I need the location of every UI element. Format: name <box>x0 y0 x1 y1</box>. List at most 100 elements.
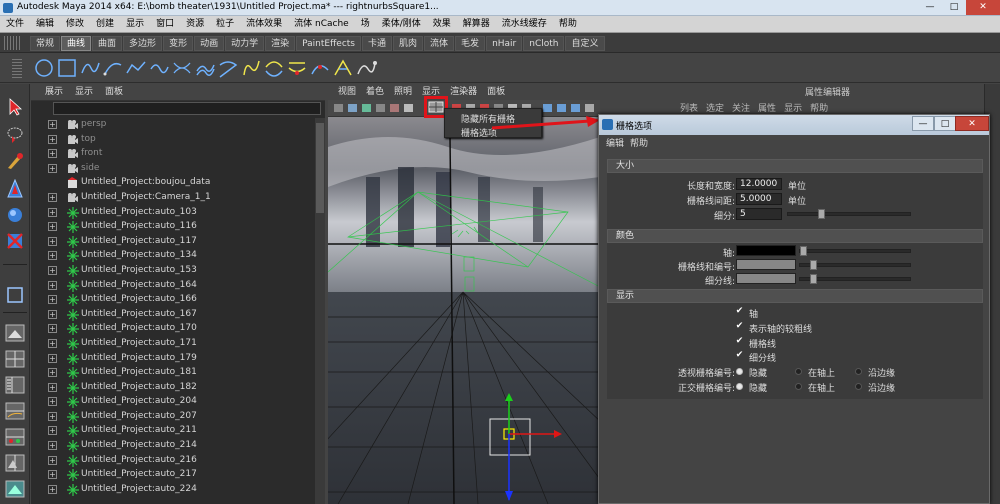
attribute-editor-tab-3[interactable]: 属性 <box>754 101 780 114</box>
shelf-curve-tool-icon-4[interactable] <box>124 56 147 79</box>
viewport-menu-item-5[interactable]: 面板 <box>482 84 510 100</box>
custom-layout-icon[interactable] <box>4 478 26 500</box>
thick-axis-checkbox[interactable]: ✔ <box>735 322 744 331</box>
viewport-scene[interactable] <box>328 117 600 504</box>
shelf-curve-tool-icon-0[interactable] <box>32 56 55 79</box>
outliner-row[interactable]: + Untitled_Project:auto_164 <box>31 279 313 294</box>
shelf-tab-13[interactable]: nHair <box>486 36 523 51</box>
display-section-header[interactable]: 显示 <box>607 289 983 303</box>
viewport-menu-item-0[interactable]: 视图 <box>333 84 361 100</box>
outliner-row[interactable]: + Untitled_Project:auto_117 <box>31 235 313 250</box>
outliner-filter-input[interactable] <box>53 102 321 115</box>
ortho-hide-radio[interactable] <box>736 383 743 390</box>
outliner-scrollbar[interactable] <box>315 118 325 504</box>
outliner-row[interactable]: + Untitled_Project:auto_216 <box>31 454 313 469</box>
menu-item-10[interactable]: 场 <box>355 16 376 32</box>
attribute-editor-tab-1[interactable]: 选定 <box>702 101 728 114</box>
menu-item-15[interactable]: 帮助 <box>553 16 583 32</box>
expand-toggle-icon[interactable]: + <box>48 470 57 480</box>
subdiv-lines-checkbox[interactable]: ✔ <box>735 351 744 360</box>
outliner-row[interactable]: + persp <box>31 118 313 133</box>
axis-checkbox[interactable]: ✔ <box>735 307 744 316</box>
viewport-menu-item-1[interactable]: 着色 <box>361 84 389 100</box>
viewport-menu-item-2[interactable]: 照明 <box>389 84 417 100</box>
outliner-row[interactable]: + side <box>31 162 313 177</box>
color-section-header[interactable]: 颜色 <box>607 229 983 243</box>
shelf-tab-10[interactable]: 肌肉 <box>393 36 424 51</box>
expand-toggle-icon[interactable]: + <box>48 120 57 129</box>
outliner-row[interactable]: + Untitled_Project:auto_211 <box>31 424 313 439</box>
attribute-editor-tab-5[interactable]: 帮助 <box>806 101 832 114</box>
persp-hide-radio[interactable] <box>736 368 743 375</box>
shelf-tab-8[interactable]: PaintEffects <box>296 36 361 51</box>
four-pane-layout-icon[interactable] <box>4 348 26 370</box>
menu-item-1[interactable]: 编辑 <box>30 16 60 32</box>
dialog-minimize-button[interactable]: — <box>912 116 934 131</box>
attribute-editor-tab-2[interactable]: 关注 <box>728 101 754 114</box>
expand-toggle-icon[interactable]: + <box>48 411 57 421</box>
gridlines-color-swatch[interactable] <box>736 259 796 270</box>
expand-toggle-icon[interactable]: + <box>48 368 57 378</box>
shelf-tab-3[interactable]: 多边形 <box>123 36 163 51</box>
shelf-curve-tool-icon-10[interactable] <box>262 56 285 79</box>
gridlines-color-slider[interactable] <box>799 260 911 270</box>
dialog-menu-item-0[interactable]: 编辑 <box>603 136 627 152</box>
outliner-menu-item-1[interactable]: 显示 <box>69 84 99 100</box>
shelf-curve-tool-icon-7[interactable] <box>193 56 216 79</box>
outliner-row[interactable]: + front <box>31 147 313 162</box>
expand-toggle-icon[interactable]: + <box>48 192 57 202</box>
shelf-tab-9[interactable]: 卡通 <box>362 36 393 51</box>
render-layout-icon[interactable] <box>4 452 26 474</box>
outliner-row[interactable]: + Untitled_Project:auto_224 <box>31 483 313 498</box>
subdivisions-field[interactable]: 5 <box>736 208 782 220</box>
shelf-tab-7[interactable]: 渲染 <box>265 36 296 51</box>
persp-edge-radio[interactable] <box>855 368 862 375</box>
gridlines-checkbox[interactable]: ✔ <box>735 337 744 346</box>
size-section-header[interactable]: 大小 <box>607 159 983 173</box>
perspective-viewport[interactable]: 视图 着色 照明 显示 渲染器 面板 <box>328 84 600 504</box>
shelf-curve-tool-icon-13[interactable] <box>331 56 354 79</box>
menu-item-4[interactable]: 显示 <box>120 16 150 32</box>
expand-toggle-icon[interactable]: + <box>48 251 57 261</box>
move-tool-icon[interactable] <box>4 178 26 200</box>
shelf-tab-15[interactable]: 自定义 <box>565 36 605 51</box>
rotate-tool-icon[interactable] <box>4 204 26 226</box>
outliner-layout-icon[interactable] <box>4 374 26 396</box>
single-pane-layout-icon[interactable] <box>4 322 26 344</box>
outliner-row[interactable]: + Untitled_Project:auto_179 <box>31 352 313 367</box>
scale-tool-icon[interactable] <box>4 230 26 252</box>
shelf-tab-5[interactable]: 动画 <box>194 36 225 51</box>
shelf-curve-tool-icon-9[interactable] <box>239 56 262 79</box>
expand-toggle-icon[interactable]: + <box>48 353 57 363</box>
paint-select-tool-icon[interactable] <box>4 150 26 172</box>
viewport-menu-item-4[interactable]: 渲染器 <box>445 84 482 100</box>
spacing-field[interactable]: 5.0000 <box>736 193 782 205</box>
subdiv-color-swatch[interactable] <box>736 273 796 284</box>
expand-toggle-icon[interactable]: + <box>48 149 57 159</box>
expand-toggle-icon[interactable]: + <box>48 280 57 290</box>
close-button[interactable]: ✕ <box>966 0 1000 15</box>
expand-toggle-icon[interactable]: + <box>48 236 57 246</box>
subdivisions-slider-knob[interactable] <box>818 209 825 219</box>
expand-toggle-icon[interactable]: + <box>48 265 57 275</box>
shelf-tab-6[interactable]: 动力学 <box>225 36 265 51</box>
outliner-row[interactable]: + Untitled_Project:auto_182 <box>31 381 313 396</box>
shelf-tab-14[interactable]: nCloth <box>523 36 565 51</box>
outliner-row[interactable]: + Untitled_Project:auto_171 <box>31 337 313 352</box>
subdiv-color-slider-knob[interactable] <box>810 274 817 284</box>
shelf-tab-2[interactable]: 曲面 <box>92 36 123 51</box>
outliner-row[interactable]: + Untitled_Project:auto_166 <box>31 293 313 308</box>
shelf-curve-tool-icon-11[interactable] <box>285 56 308 79</box>
expand-toggle-icon[interactable]: + <box>48 163 57 173</box>
expand-toggle-icon[interactable]: + <box>48 441 57 451</box>
expand-toggle-icon[interactable]: + <box>48 295 57 305</box>
expand-toggle-icon[interactable]: + <box>48 207 57 217</box>
ortho-on-axis-radio[interactable] <box>795 383 802 390</box>
hypershade-layout-icon[interactable] <box>4 426 26 448</box>
length-width-field[interactable]: 12.0000 <box>736 178 782 190</box>
shelf-curve-tool-icon-6[interactable] <box>170 56 193 79</box>
outliner-menu-item-2[interactable]: 面板 <box>99 84 129 100</box>
menu-item-2[interactable]: 修改 <box>60 16 90 32</box>
ortho-edge-radio[interactable] <box>855 383 862 390</box>
shelf-tab-0[interactable]: 常规 <box>30 36 61 51</box>
